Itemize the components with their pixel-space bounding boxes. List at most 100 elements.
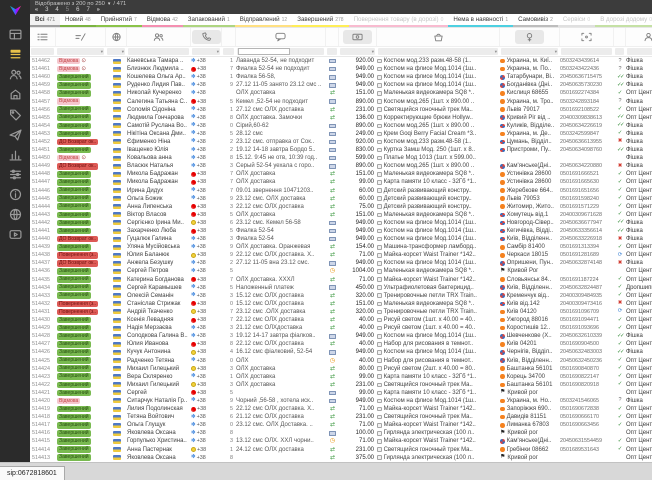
table-row[interactable]: 514445 Завершений Ольга Божик ✻ +38 9 23… bbox=[30, 195, 652, 203]
col-country-header[interactable] bbox=[106, 28, 127, 46]
col-phone-header[interactable] bbox=[191, 28, 222, 46]
page-number[interactable]: 6 bbox=[76, 7, 79, 13]
filter-client-type[interactable] bbox=[627, 48, 652, 55]
table-row[interactable]: 514448 Завершений Микола Бадражан +38 7 … bbox=[30, 170, 652, 178]
status-tab[interactable]: Запакований 1 bbox=[183, 14, 235, 27]
col-id-header[interactable] bbox=[30, 28, 56, 46]
filter-calls[interactable] bbox=[223, 48, 234, 55]
col-payment-header[interactable] bbox=[326, 28, 339, 46]
filter-tracking[interactable] bbox=[561, 48, 612, 55]
filter-mark[interactable] bbox=[615, 48, 624, 55]
dashboard-icon[interactable] bbox=[0, 24, 30, 44]
statistics-icon[interactable] bbox=[0, 144, 30, 164]
network-globe-icon[interactable] bbox=[0, 204, 30, 224]
table-row[interactable]: 514439 Завершений Уляна Мусійовська ✻ +3… bbox=[30, 243, 652, 251]
table-row[interactable]: 514427 Завершений Юлия Иванова +38 8 22.… bbox=[30, 340, 652, 348]
table-row[interactable]: 514416 Завершений Яковлева Оксана ✻ +38 … bbox=[30, 429, 652, 437]
col-comment-header[interactable] bbox=[236, 28, 326, 46]
status-tab[interactable]: Прийнятий 7 bbox=[96, 14, 142, 27]
info-icon[interactable] bbox=[0, 184, 30, 204]
col-mark-header[interactable] bbox=[614, 28, 626, 46]
filter-payment[interactable] bbox=[327, 48, 337, 55]
page-range-caret[interactable]: ▾ bbox=[108, 1, 111, 7]
last-page-button[interactable]: » bbox=[97, 7, 100, 13]
warehouse-icon[interactable] bbox=[0, 84, 30, 104]
table-row[interactable]: 514414 Завершений Анна Пастернак +38 1 2… bbox=[30, 446, 652, 454]
table-row[interactable]: 514456 Завершений Соломія Сідоніна ✻ +38… bbox=[30, 106, 652, 114]
status-tab[interactable]: Відправлений 12 bbox=[235, 14, 292, 27]
table-row[interactable]: 514424 Завершений Михаил Гилецький +38 3… bbox=[30, 365, 652, 373]
table-row[interactable]: 514440 ДО Возврат ок.. Гуцалюк Галина ✻ … bbox=[30, 235, 652, 243]
video-icon[interactable] bbox=[0, 224, 30, 244]
table-row[interactable]: 514428 Завершений Солодкова Галина В.. ✻… bbox=[30, 332, 652, 340]
table-row[interactable]: 514437 ДО Возврат ок.. Анжела Безушку ✻ … bbox=[30, 259, 652, 267]
status-tab[interactable]: В дорозі додому 0 bbox=[595, 14, 652, 27]
table-row[interactable]: 514454 Завершений Самотій Руслана Во.. ✻… bbox=[30, 122, 652, 130]
filter-id[interactable] bbox=[31, 48, 54, 55]
col-tracking-header[interactable] bbox=[560, 28, 614, 46]
table-row[interactable]: 514442 Завершений Сергієнко Ірина Ми.. +… bbox=[30, 219, 652, 227]
status-tab[interactable]: Новий 48 bbox=[60, 14, 96, 27]
col-status-header[interactable] bbox=[56, 28, 106, 46]
table-row[interactable]: 514457 Відмова Салегина Татьяна С.. +38 … bbox=[30, 97, 652, 105]
filter-phone-dropdown[interactable]: ▾ bbox=[192, 48, 220, 55]
col-calls-header[interactable] bbox=[222, 28, 236, 46]
table-row[interactable]: 514423 Завершений Вера Скляренко ✻ +38 1… bbox=[30, 373, 652, 381]
filter-products-dropdown[interactable]: ▾ bbox=[378, 48, 498, 55]
status-tab[interactable]: Відмова 42 bbox=[142, 14, 183, 27]
table-row[interactable]: 514461 Відмова ⊙ Близнюк Людмила .. +38 … bbox=[30, 65, 652, 73]
table-row[interactable]: 514449 ДО Возврат ок.. Власюк Наталья ✻ … bbox=[30, 162, 652, 170]
table-row[interactable]: 514426 Завершений Кучук Антонина +38 4 1… bbox=[30, 348, 652, 356]
table-row[interactable]: 514441 Завершений Захарченко Люба +38 5 … bbox=[30, 227, 652, 235]
status-tab[interactable]: Повернення товару (в дорозі) 0 bbox=[349, 14, 449, 27]
orders-icon[interactable] bbox=[0, 44, 30, 64]
table-row[interactable]: 514446 Завершений Ирина Дидух ✻ +38 7 09… bbox=[30, 187, 652, 195]
table-row[interactable]: 514459 Завершений Руденко Лидия Пав.. ✻ … bbox=[30, 81, 652, 89]
table-row[interactable]: 514458 Завершений Николай Кучеренко ✻ +3… bbox=[30, 89, 652, 97]
filter-address-dropdown[interactable]: ▾ bbox=[501, 48, 558, 55]
col-client-header[interactable] bbox=[127, 28, 191, 46]
table-row[interactable]: 514455 Завершений Людмила Гончарова ✻ +3… bbox=[30, 114, 652, 122]
table-row[interactable]: 514425 Завершений Радченко Тетяна ✻ +38 … bbox=[30, 356, 652, 364]
table-row[interactable]: 514422 Завершений Михаил Гилецький +38 3… bbox=[30, 381, 652, 389]
filter-client[interactable] bbox=[128, 48, 189, 55]
table-row[interactable]: 514418 Завершений Тетяна Войтович ✻ +38 … bbox=[30, 413, 652, 421]
table-row[interactable]: 514417 Завершений Ольга Глущук ✻ +38 0 2… bbox=[30, 421, 652, 429]
table-row[interactable]: 514453 Завершений Нікітіна Оксана Дми.. … bbox=[30, 130, 652, 138]
table-row[interactable]: 514452 ДО Возврат ок.. Єфименко Ніна ✻ +… bbox=[30, 138, 652, 146]
table-row[interactable]: 514451 Завершений Іващенко Юлія ✻ +38 2 … bbox=[30, 146, 652, 154]
filter-price-dropdown[interactable]: ▾ bbox=[340, 48, 375, 55]
marketing-icon[interactable] bbox=[0, 124, 30, 144]
products-icon[interactable] bbox=[0, 104, 30, 124]
table-row[interactable]: 514434 Завершений Сергей Карамышев ✻ +38… bbox=[30, 284, 652, 292]
table-row[interactable]: 514432 Повернення (з.. Станіслав Стрижак… bbox=[30, 300, 652, 308]
col-price-header[interactable] bbox=[339, 28, 377, 46]
table-row[interactable]: 514436 Завершений Сергей Петров ✻ +38 5 … bbox=[30, 267, 652, 275]
col-address-header[interactable] bbox=[500, 28, 560, 46]
page-number[interactable]: 7 bbox=[86, 7, 89, 13]
settings-sliders-icon[interactable] bbox=[0, 164, 30, 184]
table-row[interactable]: 514420 Відмова Ситарчук Наталія Гр.. ✻ +… bbox=[30, 397, 652, 405]
table-row[interactable]: 514431 Повернення (з.. Андрій Ткаченко +… bbox=[30, 308, 652, 316]
page-number[interactable]: 5 bbox=[66, 7, 69, 13]
status-tab[interactable]: Самовивіз 2 bbox=[513, 14, 558, 27]
table-row[interactable]: 514429 Завершений Надія Мерзаєва ✻ +38 3… bbox=[30, 324, 652, 332]
clients-icon[interactable] bbox=[0, 64, 30, 84]
table-row[interactable]: 514462 Відмова ⊙ Каневська Тамара .. ✻ +… bbox=[30, 57, 652, 65]
table-row[interactable]: 514450 Відмова ⊙ Ковальова анна ✻ +38 8 … bbox=[30, 154, 652, 162]
table-row[interactable]: 514447 Завершений Микола Бадражан +38 7 … bbox=[30, 178, 652, 186]
col-products-header[interactable] bbox=[377, 28, 500, 46]
page-number[interactable]: 3 bbox=[45, 7, 48, 13]
table-row[interactable]: 514415 Завершений Горпулько Христина.. ✻… bbox=[30, 437, 652, 445]
table-row[interactable]: 514430 Завершений Ксенія Левадняя +38 7 … bbox=[30, 316, 652, 324]
status-tab[interactable]: Завершений 278 bbox=[292, 14, 348, 27]
col-client-type-header[interactable] bbox=[626, 28, 652, 46]
table-row[interactable]: 514443 Завершений Віктор Власов +38 5 ОЛ… bbox=[30, 211, 652, 219]
table-row[interactable]: 514444 Завершений Анна Липенська +38 3 2… bbox=[30, 203, 652, 211]
comment-filter-input[interactable] bbox=[238, 48, 290, 55]
table-row[interactable]: 514421 Завершений Сергей +38 5 99.00 Кар… bbox=[30, 389, 652, 397]
app-logo[interactable] bbox=[0, 0, 30, 18]
page-number[interactable]: 4 bbox=[55, 7, 58, 13]
status-tab[interactable]: Всі 471 bbox=[30, 14, 60, 27]
first-page-button[interactable]: « bbox=[35, 7, 38, 13]
